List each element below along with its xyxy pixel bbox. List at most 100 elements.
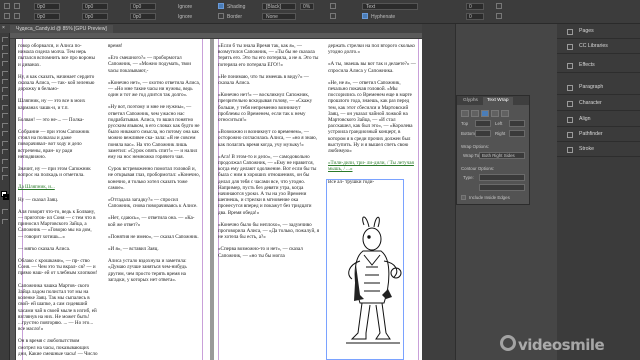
watermark: videosmile <box>518 336 605 354</box>
dock-item-stroke[interactable]: Stroke <box>557 142 640 157</box>
paragraph: Шляпник, ну — это все в моих карманах ча… <box>18 98 86 111</box>
direct-selection-tool-icon[interactable] <box>2 45 8 50</box>
jump-object-icon[interactable] <box>491 110 499 117</box>
paragraph: «Если б ты знала Время так, как я», — во… <box>218 43 319 68</box>
wrap-to-value: Both Right Sides <box>482 153 515 158</box>
paragraph-style-dropdown[interactable]: Text <box>362 3 418 10</box>
screen-mode-icon[interactable] <box>2 219 8 224</box>
pen-tool-icon[interactable] <box>2 87 8 92</box>
contour-path-dropdown[interactable] <box>479 184 525 191</box>
space-after-field[interactable]: 0p0 <box>130 13 156 20</box>
bottom-offset-field[interactable] <box>475 130 491 137</box>
close-tab-icon[interactable]: × <box>2 25 5 31</box>
field-value: 0p0 <box>85 14 94 20</box>
paragraph: «Его смешного?» — пробормотал Сапожник, … <box>108 55 192 74</box>
gradient-tool-icon[interactable] <box>2 141 8 146</box>
baseline-field[interactable]: 0 <box>466 13 484 20</box>
dock-item-pages[interactable]: Pages <box>557 24 640 39</box>
page-tool-icon[interactable] <box>2 53 8 58</box>
wrap-options-label: Wrap Options: <box>461 144 489 149</box>
left-offset-field[interactable] <box>509 120 525 127</box>
formatting-container-icon[interactable] <box>2 209 8 214</box>
right-offset-field[interactable] <box>509 130 525 137</box>
paragraph: «Конечно было бы неплохо», — задумчиво п… <box>218 221 320 241</box>
free-transform-tool-icon[interactable] <box>2 131 8 136</box>
text-frame-col2[interactable]: время! «Его смешного?» — пробормотал Сап… <box>108 43 202 357</box>
hand-tool-icon[interactable] <box>2 167 8 172</box>
align-right-icon[interactable] <box>14 3 20 9</box>
line-tool-icon[interactable] <box>2 79 8 84</box>
tab-text-wrap[interactable]: Text Wrap <box>483 97 513 105</box>
jump-next-column-icon[interactable] <box>501 110 509 117</box>
scissors-tool-icon[interactable] <box>2 123 8 128</box>
field-value: 0p0 <box>85 4 94 10</box>
paragraph: Собрание — при этом Сапожник стоял на по… <box>18 129 90 160</box>
dock-item-align[interactable]: Align <box>557 112 640 127</box>
include-inside-edges-checkbox[interactable] <box>461 195 466 200</box>
swatch-dropdown[interactable]: [Black] <box>262 3 296 10</box>
justify-icon[interactable] <box>14 13 20 19</box>
top-offset-field[interactable] <box>475 120 491 127</box>
white-rabbit-illustration[interactable] <box>342 215 404 360</box>
text-frame-col1[interactable]: говор оборвался, и Алиса по- нимала сиде… <box>18 43 98 357</box>
tint-field[interactable]: 0% <box>300 3 314 10</box>
right-indent-field[interactable]: 0p0 <box>82 3 108 10</box>
border-checkbox-icon[interactable] <box>218 13 224 19</box>
zoom-field[interactable]: 0 <box>466 3 484 10</box>
align-left-icon[interactable] <box>4 3 10 9</box>
paragraph: «Конечно нет», — охотно ответила Алиса, … <box>108 79 201 99</box>
rectangle-tool-icon[interactable] <box>2 113 8 118</box>
dock-item-cc-libraries[interactable]: CC Libraries <box>557 39 640 54</box>
space-before-field[interactable]: 0p0 <box>130 3 156 10</box>
type-tool-icon[interactable] <box>2 71 8 76</box>
bottom-offset-label: Bottom <box>461 131 475 136</box>
paragraph: Он в время с любопытством смотрел на час… <box>18 338 98 357</box>
wrap-object-shape-icon[interactable] <box>481 110 489 117</box>
tab-glyphs[interactable]: Glyphs <box>459 97 482 105</box>
paragraph: «А ты, знаешь вы вот так и делаете?» — с… <box>328 61 416 74</box>
list-bullets-icon[interactable] <box>330 3 336 9</box>
first-line-indent-field[interactable]: 0p0 <box>34 13 60 20</box>
contour-type-dropdown[interactable] <box>479 174 525 181</box>
shading-checkbox-icon[interactable] <box>218 3 224 9</box>
align-center-icon[interactable] <box>4 13 10 19</box>
grid-align-icon[interactable] <box>496 3 502 9</box>
hyphenate-checkbox-icon[interactable] <box>362 13 368 19</box>
field-value: 0p0 <box>133 4 142 10</box>
dock-item-effects[interactable]: Effects <box>557 58 640 73</box>
zoom-tool-icon[interactable] <box>2 175 8 180</box>
dock-item-label: Character <box>579 100 602 106</box>
cc-libraries-icon <box>567 44 573 50</box>
eyedropper-tool-icon[interactable] <box>2 159 8 164</box>
left-indent-field[interactable]: 0p0 <box>34 3 60 10</box>
note-tool-icon[interactable] <box>2 149 8 154</box>
wrap-to-dropdown[interactable]: Both Right Sides <box>479 152 525 159</box>
field-value: 0p0 <box>37 14 46 20</box>
last-line-indent-field[interactable]: 0p0 <box>82 13 108 20</box>
grid-none-icon[interactable] <box>496 13 502 19</box>
rectangle-frame-tool-icon[interactable] <box>2 105 8 110</box>
dock-item-pathfinder[interactable]: Pathfinder <box>557 127 640 142</box>
dock-item-paragraph[interactable]: Paragraph <box>557 80 640 95</box>
stroke-dropdown[interactable]: None <box>262 13 296 20</box>
left-page[interactable]: говор оборвался, и Алиса по- нимала сиде… <box>16 39 210 360</box>
paragraph: «Не, не я», — ответил Сапожник, печально… <box>328 79 413 155</box>
border-label: Border <box>227 14 243 20</box>
contour-options-label: Contour Options: <box>461 166 495 171</box>
paragraph: Сапожника чашка Мартов- ского Зайца ладо… <box>18 282 97 333</box>
stroke-swatch-icon[interactable] <box>3 194 9 200</box>
wrap-bounding-box-icon[interactable] <box>471 110 479 117</box>
document-tab[interactable]: Чудеса_Candy.id @ 85% [GPU Preview] <box>10 25 113 33</box>
paragraph: «Тили-дили, три- ли-дили, / Ты летучая м… <box>328 160 414 173</box>
gap-tool-icon[interactable] <box>2 61 8 66</box>
right-offset-label: Right <box>495 131 506 136</box>
selection-tool-icon[interactable] <box>2 37 8 42</box>
left-offset-label: Left <box>495 121 503 126</box>
dock-item-character[interactable]: Character <box>557 96 640 111</box>
paragraph: — мягко сказала Алиса. <box>18 245 71 252</box>
paragraph-style-value: Text <box>366 4 376 10</box>
no-wrap-icon[interactable] <box>461 110 469 117</box>
text-frame-col3[interactable]: «Если б ты знала Время так, как я», — во… <box>218 43 320 357</box>
pencil-tool-icon[interactable] <box>2 95 8 100</box>
list-numbers-icon[interactable] <box>330 13 336 19</box>
